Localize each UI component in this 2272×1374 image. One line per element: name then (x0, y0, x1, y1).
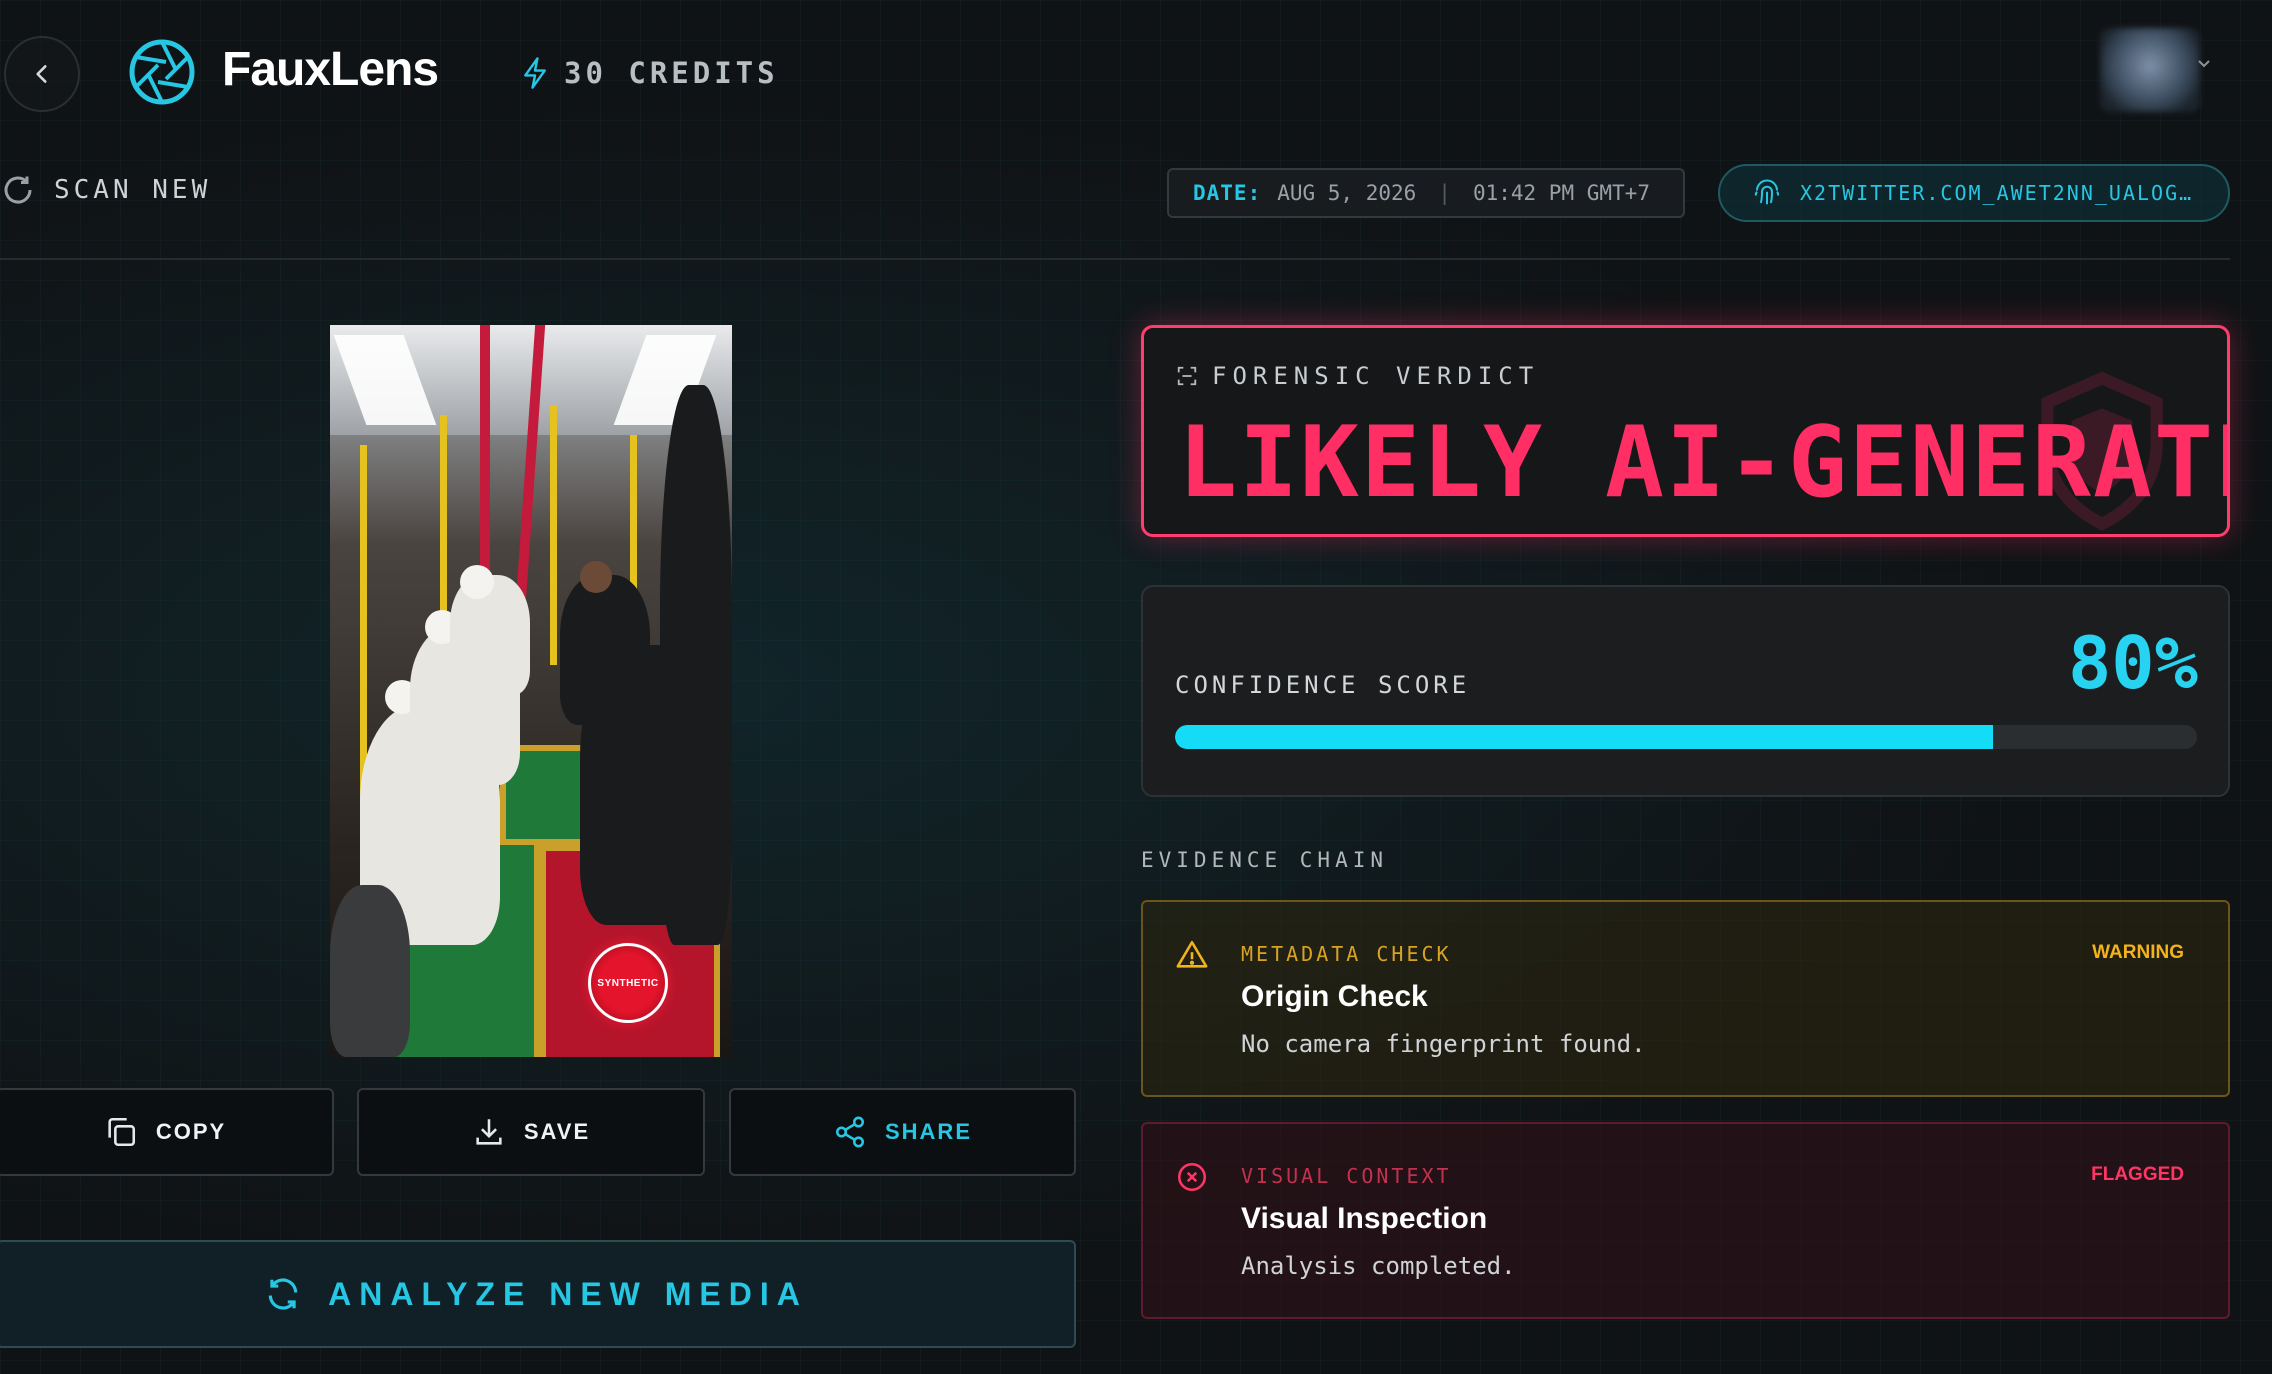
lightning-icon (524, 57, 546, 89)
confidence-bar-fill (1175, 725, 1993, 749)
avatar[interactable] (2100, 28, 2200, 112)
chevron-down-icon[interactable] (2196, 58, 2212, 70)
scan-new-label: SCAN NEW (54, 175, 212, 205)
x-circle-icon (1177, 1162, 1207, 1192)
evidence-category: VISUAL CONTEXT (1241, 1164, 1452, 1188)
copy-label: COPY (155, 1119, 227, 1144)
source-link[interactable]: X2TWITTER.COM_AWET2NN_UALOG… (1718, 164, 2230, 222)
synthetic-watermark-badge: SYNTHETIC (588, 943, 668, 1023)
save-label: SAVE (523, 1119, 591, 1144)
status-badge: WARNING (2092, 942, 2184, 963)
confidence-percent: 80% (2067, 621, 2198, 705)
date-separator: | (1438, 181, 1451, 205)
back-button[interactable] (4, 36, 80, 112)
refresh-icon (268, 1278, 298, 1310)
verdict-label-row: FORENSIC VERDICT (1176, 362, 1539, 390)
share-button[interactable]: SHARE (729, 1088, 1076, 1176)
chevron-left-icon (36, 65, 47, 83)
credits-count: 30 CREDITS (564, 56, 779, 90)
download-icon (476, 1119, 502, 1145)
aperture-logo-icon (129, 39, 195, 105)
scan-new-button[interactable]: SCAN NEW (0, 172, 211, 208)
date-stamp: DATE: AUG 5, 2026 | 01:42 PM GMT+7 (1167, 168, 1685, 218)
copy-icon (108, 1117, 135, 1147)
evidence-category: METADATA CHECK (1241, 942, 1452, 966)
brand-name: FauxLens (222, 43, 439, 96)
fingerprint-icon (1754, 179, 1780, 205)
analyze-label: ANALYZE NEW MEDIA (328, 1275, 808, 1312)
date-key: DATE: (1193, 181, 1262, 205)
verdict-value: LIKELY AI-GENERATED (1178, 406, 2230, 520)
evidence-title: Origin Check (1241, 980, 1428, 1013)
evidence-chain-title: EVIDENCE CHAIN (1141, 848, 1389, 872)
confidence-bar (1175, 725, 2197, 749)
analyze-new-media-button[interactable]: ANALYZE NEW MEDIA (0, 1240, 1076, 1348)
evidence-description: No camera fingerprint found. (1241, 1030, 1646, 1058)
warning-triangle-icon (1176, 940, 1208, 968)
evidence-description: Analysis completed. (1241, 1252, 1516, 1280)
header-divider (0, 258, 2230, 260)
time-value: 01:42 PM GMT+7 (1472, 181, 1650, 205)
credits-indicator: 30 CREDITS (520, 56, 779, 90)
synthetic-watermark-text: SYNTHETIC (597, 977, 659, 989)
share-label: SHARE (884, 1119, 972, 1144)
date-value: AUG 5, 2026 (1277, 181, 1417, 205)
save-button[interactable]: SAVE (357, 1088, 705, 1176)
evidence-item-visual-context: VISUAL CONTEXT FLAGGED Visual Inspection… (1141, 1122, 2230, 1319)
share-icon (835, 1116, 865, 1148)
confidence-label: CONFIDENCE SCORE (1175, 671, 1471, 699)
verdict-label: FORENSIC VERDICT (1212, 362, 1540, 390)
source-url: X2TWITTER.COM_AWET2NN_UALOG… (1800, 181, 2194, 205)
status-badge: FLAGGED (2091, 1164, 2184, 1185)
confidence-score-card: CONFIDENCE SCORE 80% (1141, 585, 2230, 797)
forensic-verdict-card: FORENSIC VERDICT LIKELY AI-GENERATED (1141, 325, 2230, 537)
copy-button[interactable]: COPY (0, 1088, 334, 1176)
analyzed-media-image: SYNTHETIC (330, 325, 732, 1057)
refresh-icon (4, 176, 32, 204)
scan-frame-icon (1177, 366, 1197, 386)
evidence-item-metadata-check: METADATA CHECK WARNING Origin Check No c… (1141, 900, 2230, 1097)
evidence-title: Visual Inspection (1241, 1202, 1488, 1235)
